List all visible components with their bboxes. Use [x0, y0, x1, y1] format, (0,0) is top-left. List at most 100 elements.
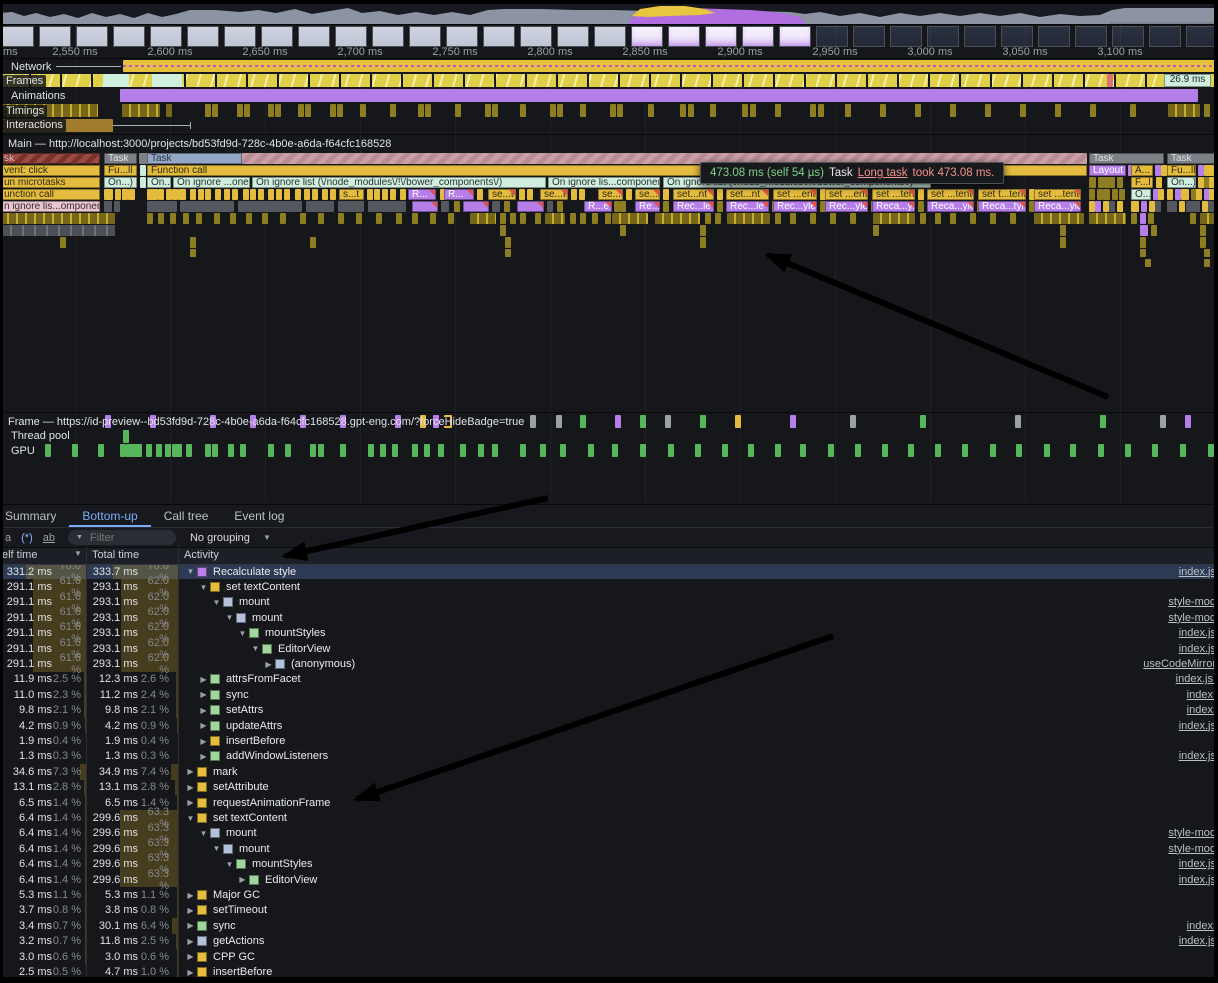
- flame-segment[interactable]: Task: [147, 153, 242, 164]
- source-link[interactable]: index.js:: [1176, 673, 1216, 685]
- table-row[interactable]: 3.2 ms0.7 %11.8 ms2.5 %▶getActionsindex.…: [0, 934, 1218, 949]
- frame-thread-header[interactable]: Frame — https://id-preview--bd53fd9d-728…: [5, 416, 527, 429]
- filmstrip-thumbnail[interactable]: [779, 26, 811, 47]
- filmstrip-thumbnail[interactable]: [409, 26, 441, 47]
- flame-segment[interactable]: set ...tent: [872, 189, 915, 200]
- disclosure-arrow[interactable]: ▶: [197, 706, 210, 715]
- source-link[interactable]: index.js: [1179, 566, 1216, 578]
- flame-segment[interactable]: Task: [1089, 153, 1164, 164]
- filmstrip-thumbnail[interactable]: [890, 26, 922, 47]
- table-row[interactable]: 3.0 ms0.6 %3.0 ms0.6 %▶CPP GC: [0, 949, 1218, 964]
- flame-segment[interactable]: se...t: [598, 189, 623, 200]
- disclosure-arrow[interactable]: ▶: [184, 921, 197, 930]
- filmstrip-thumbnail[interactable]: [113, 26, 145, 47]
- filmstrip-thumbnail[interactable]: [2, 26, 34, 47]
- filmstrip-thumbnail[interactable]: [224, 26, 256, 47]
- flame-segment[interactable]: unction call: [0, 189, 100, 200]
- disclosure-arrow[interactable]: ▼: [184, 567, 197, 576]
- disclosure-arrow[interactable]: ▶: [184, 767, 197, 776]
- disclosure-arrow[interactable]: ▼: [223, 860, 236, 869]
- disclosure-arrow[interactable]: ▶: [197, 721, 210, 730]
- disclosure-arrow[interactable]: ▶: [236, 875, 249, 884]
- flame-segment[interactable]: set ...tent: [927, 189, 974, 200]
- flame-segment[interactable]: Rec...le: [726, 201, 769, 212]
- filmstrip-thumbnail[interactable]: [964, 26, 996, 47]
- table-row[interactable]: 3.4 ms0.7 %30.1 ms6.4 %▶syncindex.: [0, 918, 1218, 933]
- table-row[interactable]: 13.1 ms2.8 %13.1 ms2.8 %▶setAttribute: [0, 780, 1218, 795]
- flame-segment[interactable]: Reca...yle: [1034, 201, 1081, 212]
- filmstrip-thumbnail[interactable]: [927, 26, 959, 47]
- disclosure-arrow[interactable]: ▶: [197, 690, 210, 699]
- source-link[interactable]: index.js: [1179, 935, 1216, 947]
- disclosure-arrow[interactable]: ▼: [249, 644, 262, 653]
- flame-segment[interactable]: On ignore lis...components\/): [548, 177, 660, 188]
- filmstrip-thumbnail[interactable]: [76, 26, 108, 47]
- disclosure-arrow[interactable]: ▼: [210, 844, 223, 853]
- flame-segment[interactable]: Reca...tyle: [978, 201, 1026, 212]
- filmstrip-thumbnail[interactable]: [39, 26, 71, 47]
- source-link[interactable]: index.js: [1179, 750, 1216, 762]
- disclosure-arrow[interactable]: ▶: [262, 660, 275, 669]
- filmstrip-thumbnail[interactable]: [187, 26, 219, 47]
- flame-segment[interactable]: sk: [0, 153, 100, 164]
- flame-segment[interactable]: Task: [1167, 153, 1218, 164]
- table-row[interactable]: 291.1 ms61.6 %293.1 ms62.0 %▶(anonymous)…: [0, 656, 1218, 671]
- tab-summary[interactable]: Summary: [0, 505, 69, 527]
- filmstrip-thumbnail[interactable]: [1112, 26, 1144, 47]
- table-row[interactable]: 331.2 ms70.0 %333.7 ms70.6 %▼Recalculate…: [0, 564, 1218, 579]
- flame-segment[interactable]: Re...le: [635, 201, 660, 212]
- flame-segment[interactable]: set ...ent: [773, 189, 817, 200]
- source-link[interactable]: index.js: [1179, 874, 1216, 886]
- disclosure-arrow[interactable]: ▶: [184, 937, 197, 946]
- flame-segment[interactable]: On...): [104, 177, 137, 188]
- disclosure-arrow[interactable]: ▶: [197, 675, 210, 684]
- flame-segment[interactable]: 26.9 ms: [1164, 74, 1211, 87]
- filmstrip-thumbnail[interactable]: [335, 26, 367, 47]
- filmstrip-thumbnail[interactable]: [816, 26, 848, 47]
- source-link[interactable]: style-mod: [1168, 612, 1216, 624]
- chevron-down-icon[interactable]: ▼: [263, 533, 271, 542]
- filmstrip-thumbnail[interactable]: [853, 26, 885, 47]
- column-header-self-time[interactable]: elf time: [2, 549, 37, 561]
- flame-segment[interactable]: R...: [408, 189, 436, 200]
- table-row[interactable]: 291.1 ms61.6 %293.1 ms62.0 %▼EditorViewi…: [0, 641, 1218, 656]
- filmstrip-thumbnail[interactable]: [1149, 26, 1181, 47]
- flame-segment[interactable]: R...: [444, 189, 474, 200]
- source-link[interactable]: index.js: [1179, 627, 1216, 639]
- match-whole-word-icon[interactable]: ab: [43, 532, 55, 544]
- table-row[interactable]: 291.1 ms61.6 %293.1 ms62.0 %▼set textCon…: [0, 579, 1218, 594]
- flame-segment[interactable]: s...t: [339, 189, 364, 200]
- disclosure-arrow[interactable]: ▶: [184, 891, 197, 900]
- source-link[interactable]: style-mod: [1168, 596, 1216, 608]
- table-row[interactable]: 6.5 ms1.4 %6.5 ms1.4 %▶requestAnimationF…: [0, 795, 1218, 810]
- flame-segment[interactable]: R...e: [584, 201, 612, 212]
- flame-segment[interactable]: se...nt: [635, 189, 660, 200]
- flame-segment[interactable]: vent: click: [0, 165, 100, 176]
- flame-segment[interactable]: n ignore lis...omponents\/): [0, 201, 100, 212]
- source-link[interactable]: index.js: [1179, 720, 1216, 732]
- flame-segment[interactable]: A...: [1131, 165, 1153, 176]
- grouping-dropdown[interactable]: No grouping: [190, 532, 250, 544]
- table-row[interactable]: 291.1 ms61.6 %293.1 ms62.0 %▼mountstyle-…: [0, 610, 1218, 625]
- filmstrip-thumbnail[interactable]: [446, 26, 478, 47]
- tab-bottom-up[interactable]: Bottom-up: [69, 505, 150, 527]
- source-link[interactable]: style-mod: [1168, 827, 1216, 839]
- match-case-icon[interactable]: a: [5, 532, 11, 544]
- table-row[interactable]: 6.4 ms1.4 %299.6 ms63.3 %▼mountStylesind…: [0, 857, 1218, 872]
- filmstrip-thumbnail[interactable]: [520, 26, 552, 47]
- flame-segment[interactable]: F...l: [1131, 177, 1153, 188]
- disclosure-arrow[interactable]: ▼: [197, 583, 210, 592]
- flame-segment[interactable]: set ...tent: [1034, 189, 1081, 200]
- filmstrip-thumbnail[interactable]: [1075, 26, 1107, 47]
- flame-segment[interactable]: un microtasks: [0, 177, 100, 188]
- flame-segment[interactable]: Task: [104, 153, 137, 164]
- table-row[interactable]: 6.4 ms1.4 %299.6 ms63.3 %▼mountstyle-mod: [0, 826, 1218, 841]
- table-row[interactable]: 3.7 ms0.8 %3.8 ms0.8 %▶setTimeout: [0, 903, 1218, 918]
- disclosure-arrow[interactable]: ▶: [184, 952, 197, 961]
- table-row[interactable]: 1.9 ms0.4 %1.9 ms0.4 %▶insertBefore: [0, 733, 1218, 748]
- flame-segment[interactable]: On ignore list (\/node_modules\/!\/bower…: [252, 177, 546, 188]
- disclosure-arrow[interactable]: ▼: [197, 829, 210, 838]
- flame-segment[interactable]: set...nt: [673, 189, 714, 200]
- table-row[interactable]: 291.1 ms61.6 %293.1 ms62.0 %▼mountstyle-…: [0, 595, 1218, 610]
- filmstrip-thumbnail[interactable]: [372, 26, 404, 47]
